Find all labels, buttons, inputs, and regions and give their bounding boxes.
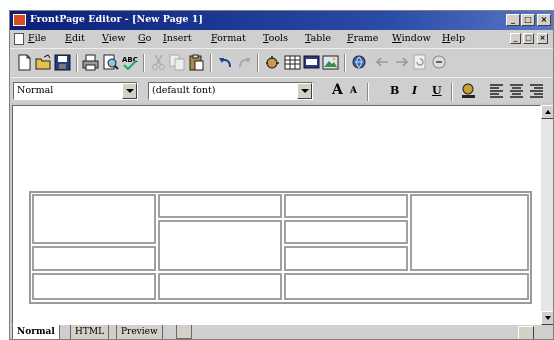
back-arrow-icon[interactable] bbox=[374, 54, 391, 71]
frontpage-app-icon[interactable] bbox=[13, 14, 26, 26]
tab-scroll-button[interactable] bbox=[176, 325, 192, 339]
tab-preview[interactable]: Preview bbox=[116, 325, 163, 339]
cut-icon[interactable] bbox=[150, 54, 167, 71]
menu-frame[interactable]: Frame bbox=[347, 33, 378, 44]
forward-arrow-icon[interactable] bbox=[393, 54, 410, 71]
increase-font-size-button[interactable]: A bbox=[332, 82, 343, 98]
table-cell[interactable] bbox=[32, 194, 156, 244]
bold-button[interactable]: B bbox=[390, 84, 399, 97]
toolbar-separator bbox=[143, 54, 145, 72]
insert-webbot-icon[interactable] bbox=[264, 54, 281, 71]
copy-icon[interactable] bbox=[169, 54, 186, 71]
refresh-icon[interactable] bbox=[412, 54, 429, 71]
menu-insert[interactable]: Insert bbox=[163, 33, 192, 44]
page-editing-area[interactable] bbox=[12, 105, 541, 325]
menu-bar: File Edit View Go Insert Format Tools Ta… bbox=[10, 30, 553, 48]
menu-go[interactable]: Go bbox=[138, 33, 151, 44]
align-left-icon[interactable] bbox=[488, 82, 505, 99]
title-bar[interactable]: FrontPage Editor - [New Page 1] _ □ × bbox=[10, 11, 553, 30]
window-title: FrontPage Editor - [New Page 1] bbox=[30, 14, 203, 25]
format-toolbar: Normal (default font) A A B I U bbox=[10, 77, 553, 103]
table-cell[interactable] bbox=[158, 273, 282, 300]
underline-button[interactable]: U bbox=[432, 84, 442, 97]
new-page-icon[interactable] bbox=[16, 54, 33, 71]
print-icon[interactable] bbox=[82, 54, 99, 71]
decrease-font-size-button[interactable]: A bbox=[350, 86, 357, 96]
menu-window[interactable]: Window bbox=[392, 33, 431, 44]
close-button[interactable]: × bbox=[537, 14, 551, 26]
font-value: (default font) bbox=[152, 85, 216, 96]
scroll-up-button[interactable] bbox=[541, 105, 553, 119]
insert-form-field-icon[interactable] bbox=[303, 54, 320, 71]
doc-close-button[interactable]: × bbox=[537, 33, 548, 44]
font-select[interactable]: (default font) bbox=[148, 82, 313, 100]
align-center-icon[interactable] bbox=[508, 82, 525, 99]
toolbar-separator bbox=[257, 54, 259, 72]
table-cell[interactable] bbox=[158, 220, 282, 271]
standard-toolbar: ABC bbox=[10, 48, 553, 76]
table-cell[interactable] bbox=[158, 194, 282, 218]
resize-grip[interactable] bbox=[518, 326, 534, 339]
maximize-button[interactable]: □ bbox=[521, 14, 535, 26]
tab-normal[interactable]: Normal bbox=[12, 325, 60, 339]
doc-restore-button[interactable]: □ bbox=[523, 33, 534, 44]
open-folder-icon[interactable] bbox=[35, 54, 52, 71]
menu-file[interactable]: File bbox=[28, 33, 46, 44]
document-icon[interactable] bbox=[14, 33, 24, 45]
view-tabs: Normal HTML Preview bbox=[10, 325, 553, 339]
insert-table-icon[interactable] bbox=[284, 54, 301, 71]
table-cell[interactable] bbox=[32, 273, 156, 300]
menu-edit[interactable]: Edit bbox=[65, 33, 85, 44]
menu-help[interactable]: Help bbox=[442, 33, 465, 44]
print-preview-icon[interactable] bbox=[102, 54, 119, 71]
spelling-icon[interactable]: ABC bbox=[121, 54, 138, 71]
save-icon[interactable] bbox=[54, 54, 71, 71]
align-right-icon[interactable] bbox=[528, 82, 545, 99]
undo-icon[interactable] bbox=[217, 54, 234, 71]
hyperlink-icon[interactable] bbox=[351, 54, 368, 71]
menu-format[interactable]: Format bbox=[211, 33, 246, 44]
insert-image-icon[interactable] bbox=[322, 54, 339, 71]
menu-tools[interactable]: Tools bbox=[263, 33, 288, 44]
toolbar-separator bbox=[367, 83, 369, 101]
table-cell[interactable] bbox=[284, 194, 408, 218]
italic-button[interactable]: I bbox=[412, 84, 417, 97]
chevron-down-icon[interactable] bbox=[297, 83, 312, 99]
vertical-scrollbar[interactable] bbox=[541, 105, 553, 325]
frontpage-editor-window: FrontPage Editor - [New Page 1] _ □ × Fi… bbox=[9, 10, 554, 340]
tab-html[interactable]: HTML bbox=[70, 325, 110, 339]
scroll-down-button[interactable] bbox=[541, 311, 553, 325]
menu-table[interactable]: Table bbox=[305, 33, 331, 44]
toolbar-separator bbox=[210, 54, 212, 72]
paragraph-style-select[interactable]: Normal bbox=[13, 82, 138, 100]
table-cell[interactable] bbox=[284, 220, 408, 244]
text-color-icon[interactable] bbox=[460, 82, 477, 99]
menu-view[interactable]: View bbox=[102, 33, 126, 44]
toolbar-separator bbox=[76, 54, 78, 72]
table-cell[interactable] bbox=[284, 246, 408, 271]
table-cell[interactable] bbox=[32, 246, 156, 271]
chevron-down-icon[interactable] bbox=[122, 83, 137, 99]
doc-minimize-button[interactable]: _ bbox=[510, 33, 521, 44]
toolbar-separator bbox=[344, 54, 346, 72]
stop-icon[interactable] bbox=[431, 54, 448, 71]
toolbar-separator bbox=[451, 83, 453, 101]
table-cell[interactable] bbox=[410, 194, 529, 271]
paste-icon[interactable] bbox=[188, 54, 205, 71]
layout-table[interactable] bbox=[29, 191, 532, 304]
redo-icon[interactable] bbox=[236, 54, 253, 71]
table-cell[interactable] bbox=[284, 273, 529, 300]
minimize-button[interactable]: _ bbox=[506, 14, 520, 26]
paragraph-style-value: Normal bbox=[17, 85, 54, 96]
